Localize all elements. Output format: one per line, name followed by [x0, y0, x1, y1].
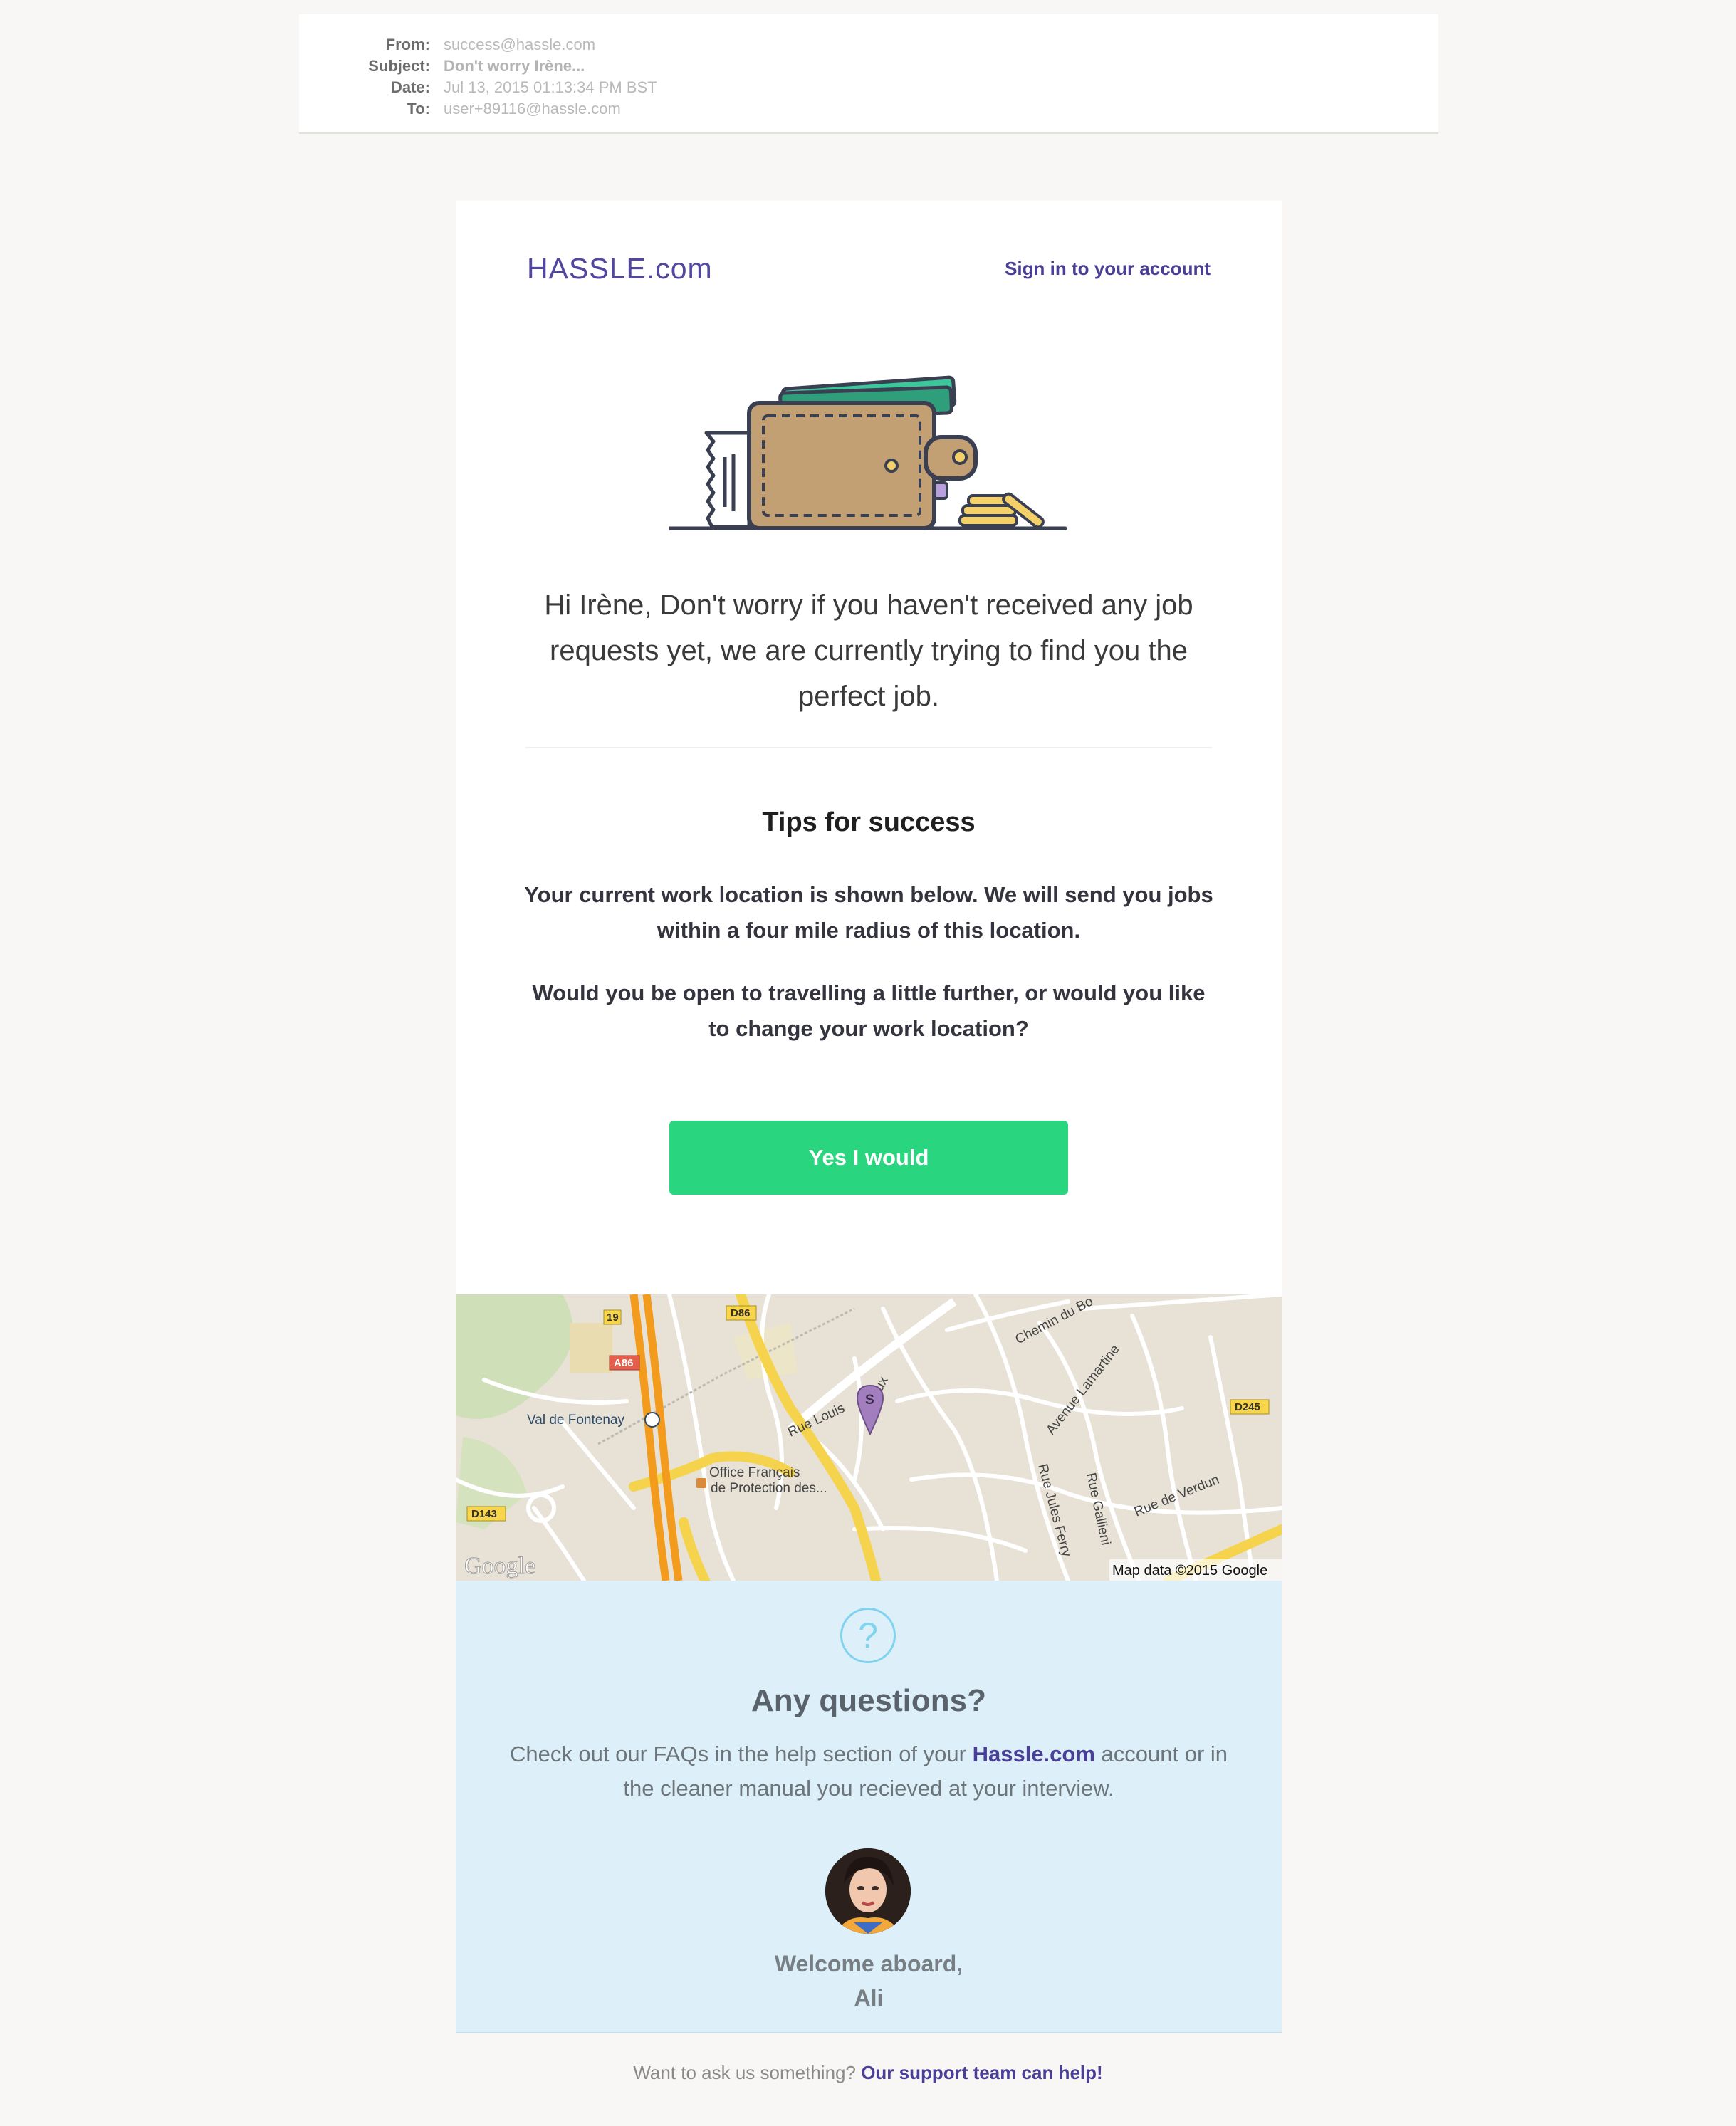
questions-text: Check out our FAQs in the help section o…: [498, 1737, 1239, 1806]
yes-i-would-button[interactable]: Yes I would: [669, 1121, 1068, 1195]
footer: Want to ask us something? Our support te…: [0, 2062, 1736, 2084]
office-francais-label: Office Français: [709, 1465, 800, 1480]
map-attribution[interactable]: Map data ©2015 Google: [1112, 1563, 1267, 1578]
to-label: To:: [407, 100, 430, 117]
signature-greeting: Welcome aboard,: [774, 1951, 963, 1976]
avatar: [825, 1848, 911, 1934]
hassle-account-link[interactable]: Hassle.com: [973, 1742, 1095, 1766]
date-value: Jul 13, 2015 01:13:34 PM BST: [444, 78, 657, 96]
subject-value: Don't worry Irène...: [444, 57, 585, 75]
to-value: user+89116@hassle.com: [444, 100, 621, 117]
greeting-text: Hi Irène, Don't worry if you haven't rec…: [544, 590, 1193, 712]
tip-location-text: Your current work location is shown belo…: [524, 882, 1213, 943]
subject-label: Subject:: [368, 57, 430, 75]
date-label: Date:: [390, 78, 430, 96]
section-divider: [525, 747, 1212, 748]
val-de-fontenay-label: Val de Fontenay: [527, 1413, 624, 1428]
wallet-illustration-icon: [667, 372, 1068, 543]
email-body-card: HASSLE.com Sign in to your account Hi Ir…: [456, 201, 1282, 1294]
tips-heading: Tips for success: [762, 807, 976, 837]
footer-prompt: Want to ask us something?: [633, 2062, 856, 2083]
office-protection-label: de Protection des...: [711, 1481, 827, 1496]
from-label: From:: [385, 36, 430, 53]
question-icon: ?: [840, 1608, 896, 1663]
sign-in-link[interactable]: Sign in to your account: [1005, 258, 1211, 280]
questions-text-before: Check out our FAQs in the help section o…: [509, 1742, 966, 1766]
from-value: success@hassle.com: [444, 36, 596, 53]
signature-name: Ali: [854, 1985, 884, 2011]
email-meta-header: From: success@hassle.com Subject: Don't …: [299, 14, 1438, 134]
road-d143-label: D143: [471, 1508, 497, 1520]
work-location-map[interactable]: 19 D86 A86 D245 D143 Val de Fontenay Rue…: [456, 1294, 1282, 1581]
hassle-logo[interactable]: HASSLE.com: [527, 252, 713, 286]
marker-letter: S: [865, 1393, 874, 1408]
support-team-link[interactable]: Our support team can help!: [861, 2062, 1103, 2083]
questions-panel: ? Any questions? Check out our FAQs in t…: [456, 1581, 1282, 2033]
signature: Welcome aboard, Ali: [456, 1947, 1282, 2015]
tip-travel-text: Would you be open to travelling a little…: [532, 980, 1206, 1041]
road-d245-label: D245: [1235, 1401, 1260, 1413]
road-d86-label: D86: [731, 1307, 751, 1319]
google-logo[interactable]: Google: [464, 1553, 536, 1580]
road-19-label: 19: [607, 1311, 619, 1324]
questions-heading: Any questions?: [751, 1683, 987, 1718]
road-a86-label: A86: [614, 1357, 634, 1369]
